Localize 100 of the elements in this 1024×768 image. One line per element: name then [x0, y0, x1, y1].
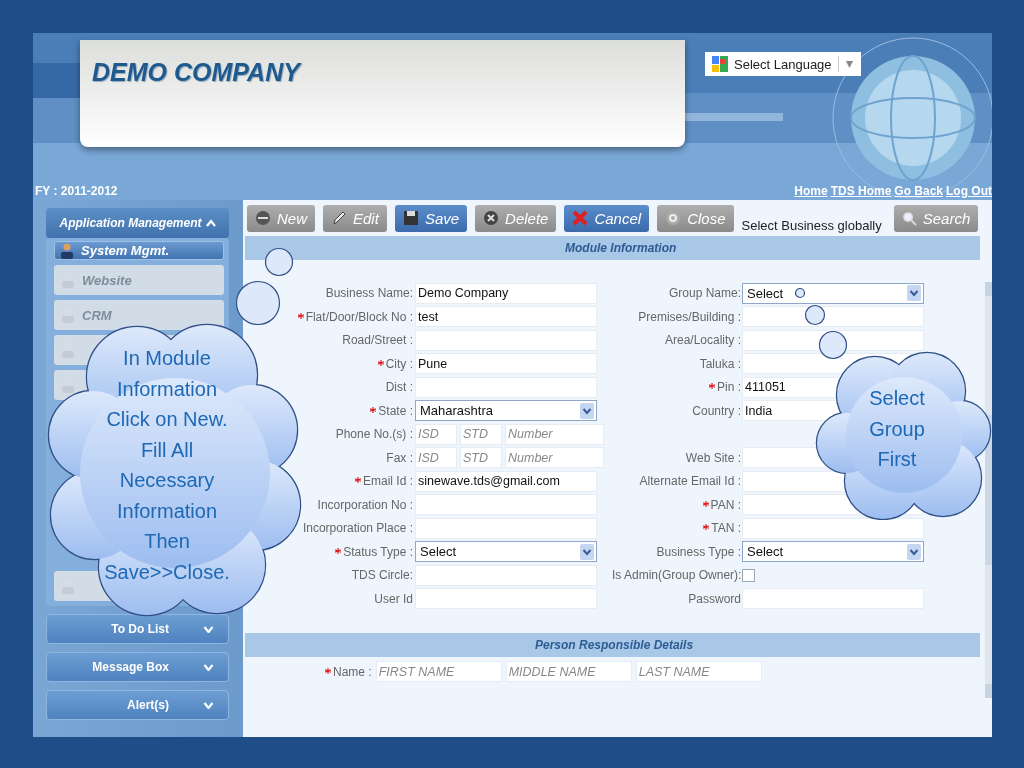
field-label: Is Admin(Group Owner):	[612, 568, 742, 583]
field-label: Email Id :	[245, 474, 415, 489]
button-icon	[572, 210, 589, 226]
field-label: User Id	[373, 591, 414, 606]
required-icon	[355, 477, 361, 484]
cancel-button[interactable]: Cancel	[564, 204, 650, 232]
dropdown-caret-icon	[844, 59, 854, 69]
fiscal-year: FY : 2011-2012	[35, 184, 118, 198]
field-label: Dist :	[384, 380, 414, 395]
input-field[interactable]: sinewave.tds@gmail.com	[415, 470, 597, 492]
required-icon	[297, 312, 304, 319]
field-label: Area/Locality :	[663, 333, 742, 348]
thought-bubble-tooltip	[235, 280, 281, 326]
required-icon	[335, 547, 342, 554]
input-field[interactable]: STD	[460, 447, 502, 469]
translate-icon	[712, 56, 728, 72]
section-header: Module Information	[245, 236, 980, 260]
field-label: Flat/Door/Block No :	[245, 309, 415, 324]
dropdown-caret-icon	[907, 543, 921, 560]
input-field[interactable]	[415, 329, 597, 351]
search-button[interactable]: Search	[893, 204, 979, 232]
input-field[interactable]	[742, 306, 924, 328]
header-link[interactable]: Log Out	[946, 184, 992, 198]
language-selector[interactable]: Select Language	[705, 52, 861, 76]
search-icon	[901, 210, 917, 226]
sidebar-panel-button[interactable]: Message Box	[46, 652, 229, 682]
header-link[interactable]: Home	[794, 184, 828, 198]
field-label: PAN :	[612, 497, 742, 512]
field-label: Status Type :	[245, 544, 415, 559]
input-field[interactable]	[415, 494, 597, 516]
field-label: TDS Circle:	[350, 568, 414, 583]
header-link[interactable]: Go Back	[894, 184, 943, 198]
field-label: Incorporation Place :	[301, 521, 414, 536]
dropdown-caret-icon	[580, 402, 594, 419]
field-label: Name :	[325, 664, 372, 679]
global-business-label: Select Business globally	[741, 218, 882, 235]
input-field[interactable]: ISD	[415, 423, 457, 445]
field-label: Country :	[691, 403, 742, 418]
input-field[interactable]	[415, 564, 597, 586]
required-icon	[709, 383, 715, 390]
header-link[interactable]: TDS Home	[830, 184, 892, 198]
input-field[interactable]	[742, 517, 924, 539]
field-label: Business Type :	[655, 544, 742, 559]
field-label: Premises/Building :	[637, 309, 742, 324]
button-icon	[665, 210, 682, 226]
checkbox[interactable]	[742, 568, 755, 582]
field-label: Incorporation No :	[316, 497, 414, 512]
input-field[interactable]	[415, 517, 597, 539]
input-field[interactable]: Demo Company	[415, 282, 597, 304]
field-label: Taluka :	[698, 356, 742, 371]
save-button[interactable]: Save	[394, 204, 468, 232]
input-field[interactable]: STD	[460, 423, 502, 445]
input-field[interactable]: FIRST NAME	[375, 661, 502, 682]
field-label: State :	[245, 403, 415, 418]
section-header: Person Responsible Details	[245, 633, 980, 657]
input-field[interactable]: LAST NAME	[635, 661, 762, 682]
field-label: Business Name:	[324, 286, 414, 301]
button-icon	[331, 210, 347, 226]
field-label: Web Site :	[684, 450, 742, 465]
field-label: Pin :	[612, 380, 742, 395]
field-label: Fax :	[385, 450, 414, 465]
required-icon	[703, 524, 710, 531]
input-field[interactable]	[415, 376, 597, 398]
sidebar-header[interactable]: Application Management	[46, 208, 229, 238]
field-label: Phone No.(s) :	[334, 427, 414, 442]
input-field[interactable]: Number	[505, 423, 604, 445]
required-icon	[370, 406, 377, 413]
required-icon	[325, 667, 331, 674]
field-label: Road/Street :	[341, 333, 414, 348]
dropdown-caret-icon	[907, 285, 921, 302]
required-icon	[702, 500, 709, 507]
dropdown-caret-icon	[580, 543, 594, 560]
field-label: Password	[687, 591, 742, 606]
input-field[interactable]: ISD	[415, 447, 457, 469]
select-field[interactable]: Select	[415, 541, 597, 563]
module-icon	[59, 242, 75, 259]
button-icon	[255, 210, 271, 226]
company-name: DEMO COMPANY	[92, 58, 300, 86]
thought-bubble-tooltip	[794, 287, 806, 299]
select-field[interactable]: Select	[742, 541, 924, 563]
input-field[interactable]: test	[415, 306, 597, 328]
sidebar-panel-button[interactable]: Alert(s)	[46, 690, 229, 720]
module-icon	[60, 377, 76, 393]
button-icon	[402, 210, 419, 226]
input-field[interactable]: Pune	[415, 353, 597, 375]
sidebar-item[interactable]: System Mgmt.	[54, 241, 224, 260]
input-field[interactable]: Number	[505, 447, 604, 469]
select-field[interactable]: Select	[742, 282, 924, 304]
input-field[interactable]	[415, 588, 597, 610]
sidebar-panel-button[interactable]: To Do List	[46, 614, 229, 644]
input-field[interactable]: MIDDLE NAME	[505, 661, 632, 682]
input-field[interactable]	[742, 588, 924, 610]
select-field[interactable]: Maharashtra	[415, 400, 597, 422]
field-label: City :	[245, 356, 415, 371]
required-icon	[377, 359, 384, 366]
thought-bubble-tooltip	[264, 247, 294, 277]
field-label: Group Name:	[667, 286, 742, 301]
scrollbar[interactable]	[985, 282, 992, 698]
field-label: Alternate Email Id :	[638, 474, 742, 489]
field-label: TAN :	[612, 521, 742, 536]
